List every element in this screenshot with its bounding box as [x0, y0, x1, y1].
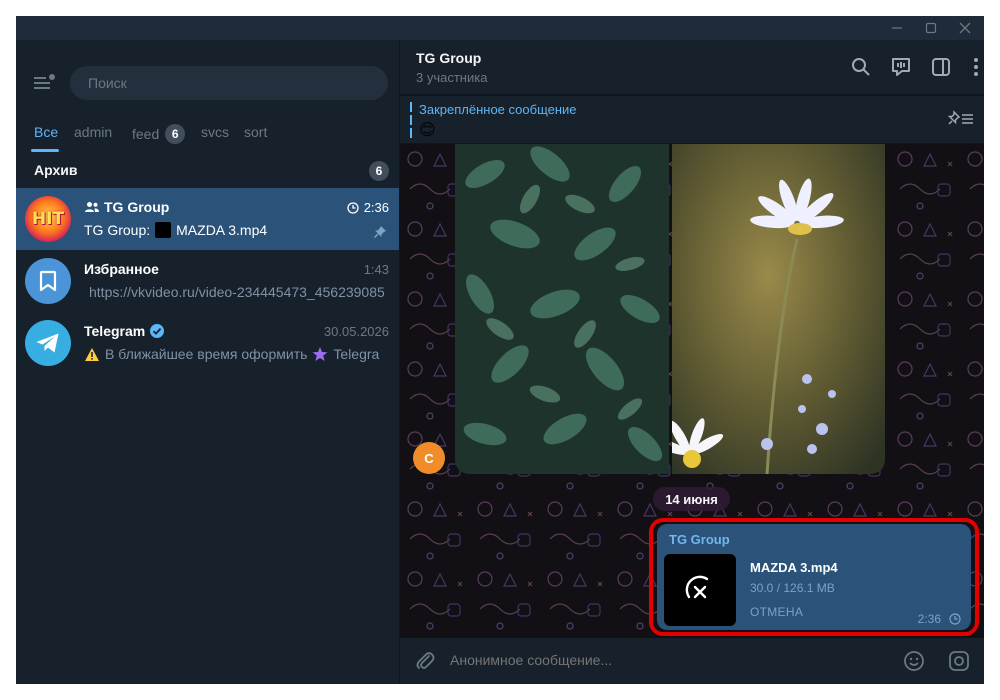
chat-wallpaper: С 14 июня TG Group MAZDA 3.mp4 30.0 / 12…: [400, 144, 984, 638]
file-size: 30.0 / 126.1 MB: [750, 581, 835, 595]
message-time-text: 2:36: [917, 612, 941, 626]
avatar: [25, 320, 71, 366]
chat-preview: В ближайшее время оформить Telegra: [84, 346, 384, 362]
message-input[interactable]: [450, 652, 890, 668]
search-icon[interactable]: [850, 56, 872, 78]
leaves-image: [455, 144, 669, 474]
maximize-icon: [925, 22, 937, 34]
chat-title: TG Group: [416, 50, 482, 66]
search-input[interactable]: Поиск: [70, 66, 388, 100]
archive-badge: 6: [369, 161, 389, 181]
pin-icon: [373, 226, 386, 239]
cancel-button[interactable]: ОТМЕНА: [750, 605, 803, 619]
chat-header[interactable]: TG Group 3 участника: [400, 40, 984, 94]
chat-item-saved[interactable]: Избранное 1:43 https://vkvideo.ru/video-…: [16, 250, 399, 312]
message-time: 2:36: [918, 612, 961, 626]
chat-time: 30.05.2026: [324, 324, 389, 339]
chat-time: 2:36: [347, 200, 389, 215]
chat-name-text: TG Group: [104, 199, 170, 215]
verified-icon: [150, 324, 165, 338]
tab-all[interactable]: Все: [34, 124, 58, 140]
active-tab-indicator: [31, 149, 59, 152]
sender-avatar[interactable]: С: [413, 442, 445, 474]
menu-icon[interactable]: [30, 72, 58, 94]
tab-label: admin: [74, 124, 113, 140]
group-icon: [85, 202, 99, 212]
sidebar: Поиск Все admin feed 6 svcs sort Архив 6 …: [16, 40, 399, 684]
preview-text: В ближайшее время оформить: [105, 346, 308, 362]
chat-time-text: 2:36: [363, 200, 389, 215]
maximize-button[interactable]: [914, 16, 948, 40]
chat-time-text: 1:43: [363, 262, 389, 277]
preview-text-suffix: Telegra: [333, 346, 380, 362]
more-options-icon[interactable]: [965, 56, 984, 78]
chat-name: TG Group: [84, 199, 169, 215]
preview-text: MAZDA 3.mp4: [176, 222, 268, 238]
chat-item-telegram[interactable]: Telegram 30.05.2026 В ближайшее время оф…: [16, 312, 399, 374]
unread-badge: 6: [165, 124, 186, 144]
pinned-indicator: [410, 102, 412, 138]
chat-time-text: 30.05.2026: [323, 324, 389, 339]
clock-icon: [949, 613, 961, 625]
title-bar: [16, 16, 984, 40]
folder-tabs: Все admin feed 6 svcs sort: [16, 114, 399, 154]
chat-item-tg-group[interactable]: HIT TG Group 2:36 TG Group: MAZDA 3.mp4: [16, 188, 399, 250]
photo-leaves[interactable]: [455, 144, 669, 474]
warning-icon: [85, 347, 99, 361]
preview-text: https://vkvideo.ru/video-234445473_45623…: [89, 284, 384, 300]
voice-chat-icon[interactable]: [890, 56, 912, 78]
daisy-image: [672, 144, 885, 474]
pinned-message-bar[interactable]: Закреплённое сообщение 😊: [400, 95, 984, 143]
pinned-title: Закреплённое сообщение: [419, 102, 577, 117]
star-icon: [312, 347, 328, 361]
telegram-logo-icon: [36, 333, 59, 353]
tab-label: feed: [132, 126, 160, 142]
avatar: HIT: [25, 196, 71, 242]
date-separator: 14 июня: [653, 487, 730, 511]
emoji-icon[interactable]: [903, 650, 925, 672]
tab-label: sort: [244, 124, 268, 140]
archive-row[interactable]: Архив 6: [16, 154, 399, 188]
cancel-download-icon: [685, 575, 709, 599]
chat-panel: TG Group 3 участника Закреплённое сообще…: [400, 40, 984, 684]
chat-time: 1:43: [364, 262, 389, 277]
chat-name-text: Избранное: [84, 261, 159, 277]
message-sender: TG Group: [669, 532, 730, 547]
app-window: Поиск Все admin feed 6 svcs sort Архив 6 …: [16, 16, 984, 684]
message-composer: [400, 638, 984, 684]
file-thumbnail[interactable]: [664, 554, 736, 626]
video-thumbnail: [155, 222, 172, 238]
tab-label: Все: [34, 124, 59, 140]
minimize-button[interactable]: [880, 16, 914, 40]
preview-sender: TG Group:: [84, 222, 151, 238]
pinned-emoji: 😊: [419, 122, 436, 139]
file-name: MAZDA 3.mp4: [750, 560, 838, 575]
archive-label: Архив: [34, 162, 78, 178]
close-icon: [959, 22, 971, 34]
avatar: [25, 258, 71, 304]
message-bubble[interactable]: TG Group MAZDA 3.mp4 30.0 / 126.1 MB ОТМ…: [657, 524, 971, 630]
minimize-icon: [892, 27, 902, 29]
chat-name-text: Telegram: [84, 323, 146, 339]
tab-svcs[interactable]: svcs: [201, 124, 229, 140]
clock-icon: [347, 201, 359, 214]
tab-feed[interactable]: feed 6: [132, 124, 186, 144]
photo-daisy[interactable]: [672, 144, 885, 474]
bookmark-icon: [39, 270, 57, 292]
highlight-frame: TG Group MAZDA 3.mp4 30.0 / 126.1 MB ОТМ…: [649, 518, 979, 636]
chat-preview: TG Group: MAZDA 3.mp4: [84, 222, 384, 238]
attach-icon[interactable]: [414, 650, 436, 672]
pinned-list-icon[interactable]: [948, 110, 974, 128]
chat-name: Избранное: [84, 261, 159, 277]
tab-label: svcs: [201, 124, 229, 140]
member-count: 3 участника: [416, 70, 488, 85]
sidebar-toggle-icon[interactable]: [930, 56, 952, 78]
chat-name: Telegram: [84, 323, 165, 339]
avatar-text: HIT: [31, 209, 65, 229]
tab-admin[interactable]: admin: [74, 124, 112, 140]
chat-preview: https://vkvideo.ru/video-234445473_45623…: [84, 284, 384, 300]
close-button[interactable]: [948, 16, 982, 40]
camera-icon[interactable]: [948, 650, 970, 672]
tab-sort[interactable]: sort: [244, 124, 267, 140]
